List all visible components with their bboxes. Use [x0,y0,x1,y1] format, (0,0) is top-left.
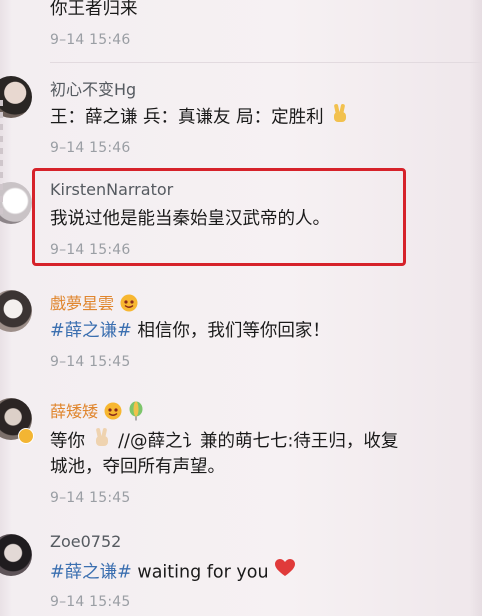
comment-text-line2: 城池，夺回所有声望。 [50,457,225,477]
comment-author[interactable]: 初心不变Hg [50,76,136,100]
avatar[interactable] [0,76,32,118]
avatar[interactable] [0,290,32,332]
comment-text: 等你 //@薛之讠兼的萌七七:待王归，收复 [50,426,398,457]
hashtag-link[interactable]: #薛之谦# [50,321,132,341]
comment-text-content: 相信你，我们等你回家！ [131,321,330,341]
comment-time: 9–14 15:45 [50,354,131,370]
red-heart-icon [274,558,296,587]
author-name: 薛矮矮 [50,402,99,421]
comment-time: 9–14 15:45 [50,490,131,506]
author-name: 戲夢星雲 [50,294,115,313]
balloon-icon [128,401,144,425]
comment-text-suffix: //@薛之讠兼的萌七七:待王归，收复 [118,431,399,452]
smiling-face-icon [103,401,123,425]
comment-item: 你王者归来 9–14 15:46 [0,0,482,64]
comment-time: 9–14 15:46 [50,140,131,156]
comment-text-content: waiting for you [131,562,269,583]
victory-hand-icon [91,426,113,457]
verified-badge [18,428,34,444]
comment-author[interactable]: 薛矮矮 [50,398,144,425]
smiling-face-icon [119,293,139,317]
comment-text: #薛之谦# waiting for you [50,558,296,587]
comment-item: Zoe0752 #薛之谦# waiting for you 9–14 15:45 [0,524,482,616]
comment-text-content: 王：薛之谦 兵：真谦友 局：定胜利 [50,107,324,128]
comment-author[interactable]: Zoe0752 [50,532,121,551]
comment-text: 你王者归来 [50,0,138,19]
comment-text: #薛之谦# 相信你，我们等你回家！ [50,318,330,345]
divider [50,62,482,63]
right-edge-shadow [470,0,482,616]
comment-item: 戲夢星雲 #薛之谦# 相信你，我们等你回家！ 9–14 15:45 [0,280,482,380]
highlight-box [32,168,406,266]
comment-time: 9–14 15:45 [50,594,131,610]
comment-time: 9–14 15:46 [50,32,131,48]
hashtag-link[interactable]: #薛之谦# [50,563,132,583]
comment-text-prefix: 等你 [50,431,85,452]
comment-text: 王：薛之谦 兵：真谦友 局：定胜利 [50,102,351,133]
avatar[interactable] [0,534,32,576]
comment-item: 薛矮矮 等你 //@薛之讠兼的萌七七:待王归，收复 城池，夺回所有声望。 9–1… [0,388,482,518]
comment-author[interactable]: 戲夢星雲 [50,290,139,317]
avatar[interactable] [0,182,32,224]
left-edge-marks [0,100,3,220]
comment-item: 初心不变Hg 王：薛之谦 兵：真谦友 局：定胜利 9–14 15:46 [0,64,482,164]
comment-list: 你王者归来 9–14 15:46 初心不变Hg 王：薛之谦 兵：真谦友 局：定胜… [0,0,482,616]
victory-hand-icon [329,102,351,133]
